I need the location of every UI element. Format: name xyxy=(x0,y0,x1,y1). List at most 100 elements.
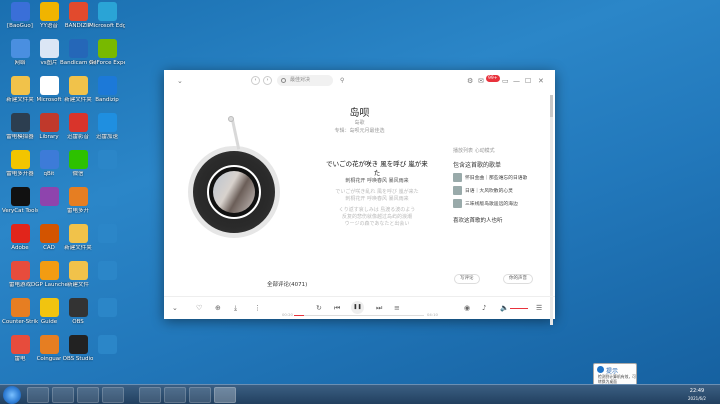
desktop-icon-label: VeryCat Tools xyxy=(2,208,38,214)
app-icon xyxy=(68,113,88,132)
playlist-thumbnail xyxy=(453,199,462,208)
album-cover xyxy=(213,171,255,213)
taskbar-edge-icon[interactable] xyxy=(164,387,186,403)
desktop-icon[interactable]: 迅雷加速 xyxy=(89,113,125,141)
your-voice-button[interactable]: 你的声音 xyxy=(503,274,533,284)
pause-button[interactable]: ❚❚ xyxy=(351,301,364,314)
maximize-icon[interactable]: ☐ xyxy=(525,76,531,86)
desktop-icon-grid: [BaoGuo] YY语音 BANDIZIPMicrosoft Edge 网络 vs图片… xyxy=(0,0,130,380)
desktop-icon-label: 雷电多开器 xyxy=(6,171,34,177)
playlist-icon[interactable]: ≡ xyxy=(394,304,400,312)
like-heart-icon[interactable]: ♡ xyxy=(196,304,202,312)
close-icon[interactable]: ✕ xyxy=(538,76,544,86)
lyric-line: 刺桐花开 呼唤春风 暴风雨来 xyxy=(345,178,409,184)
quality-icon[interactable]: ◉ xyxy=(464,304,470,312)
taskbar-app-icon[interactable] xyxy=(102,387,124,403)
desktop-icon-label: 网络 xyxy=(14,60,26,66)
app-icon xyxy=(39,2,59,21)
mic-icon[interactable]: ⚲ xyxy=(340,76,344,86)
app-icon xyxy=(97,335,117,354)
app-icon xyxy=(10,76,30,95)
time-total: 04:10 xyxy=(427,312,438,317)
desktop-icon[interactable] xyxy=(89,187,125,208)
app-icon xyxy=(68,2,88,21)
lyric-line: 刺桐花开 呼唤春风 暴风雨来 xyxy=(345,196,409,202)
tray-date[interactable]: 2021/6/2 xyxy=(682,395,712,402)
desktop-icon[interactable] xyxy=(89,261,125,282)
playlist-item-label: 三味线版岛歌遥远的海边 xyxy=(465,202,518,207)
desktop-icon[interactable]: Microsoft Edge xyxy=(89,2,125,30)
mini-mode-icon[interactable]: ▭ xyxy=(502,76,509,86)
desktop-icon-label: BANDIZIP xyxy=(64,23,92,29)
app-icon xyxy=(39,224,59,243)
taskbar-app-icon[interactable] xyxy=(139,387,161,403)
progress-bar[interactable] xyxy=(294,315,424,316)
lyric-line: ウージの森であなたと出会い xyxy=(344,221,410,227)
desktop-icon-label: [BaoGuo] xyxy=(7,23,33,29)
playlist-item[interactable]: 怀旧金曲｜那些难忘的日语歌 xyxy=(453,173,543,182)
vinyl-disc-area xyxy=(184,108,294,248)
info-icon xyxy=(597,366,604,373)
desktop-icon-label: Adobe xyxy=(11,245,29,251)
app-icon xyxy=(97,187,117,206)
app-icon xyxy=(68,224,88,243)
download-icon[interactable]: ⤓ xyxy=(234,304,237,312)
comments-label[interactable]: 全部评论(4071) xyxy=(267,280,307,288)
loop-icon[interactable]: ↻ xyxy=(316,304,322,312)
volume-icon[interactable]: 🔈 xyxy=(500,304,509,312)
next-icon[interactable]: ⏭ xyxy=(376,304,382,312)
desktop-icon-label: 新建文件 xyxy=(66,282,89,288)
app-icon xyxy=(39,187,59,206)
desktop-icon[interactable] xyxy=(89,298,125,319)
playlist-item-label: 日语｜大风吹散的心灵 xyxy=(465,189,513,194)
tray-time[interactable]: 22:49 xyxy=(682,388,712,395)
taskbar-music-icon[interactable] xyxy=(214,387,236,403)
app-icon xyxy=(39,150,59,169)
notification-badge: 99+ xyxy=(486,75,500,82)
search-input[interactable]: 最佳对决 xyxy=(277,75,333,86)
music-player-window: ⌄ ‹ › 最佳对决 ⚲ ⚙ ✉ 99+ ▭ — ☐ ✕ 岛呗 岛歌 专辑：岛呗… xyxy=(164,70,555,325)
side-panel: 播放列表 心动模式 包含这首歌的歌单 怀旧金曲｜那些难忘的日语歌日语｜大风吹散的… xyxy=(453,147,543,224)
desktop-icon-label: 迅雷影音 xyxy=(66,134,89,140)
minimize-icon[interactable]: — xyxy=(513,76,520,86)
forward-icon[interactable]: › xyxy=(263,76,272,85)
app-icon xyxy=(68,261,88,280)
taskbar-explorer-icon[interactable] xyxy=(27,387,49,403)
app-icon xyxy=(39,261,59,280)
app-icon xyxy=(10,335,30,354)
desktop-icon[interactable] xyxy=(89,150,125,171)
taskbar-app-icon[interactable] xyxy=(77,387,99,403)
start-button[interactable] xyxy=(3,386,21,404)
queue-icon[interactable]: ☰ xyxy=(536,304,542,312)
collapse-chevron-icon[interactable]: ⌄ xyxy=(172,304,178,312)
side-header[interactable]: 播放列表 心动模式 xyxy=(453,147,543,154)
mail-icon[interactable]: ✉ xyxy=(478,76,484,86)
playlist-item[interactable]: 日语｜大风吹散的心灵 xyxy=(453,186,543,195)
settings-gear-icon[interactable]: ⚙ xyxy=(467,76,473,86)
app-icon xyxy=(97,113,117,132)
desktop-icon[interactable]: Bandizip xyxy=(89,76,125,104)
desktop-icon[interactable] xyxy=(89,224,125,245)
desktop-icon[interactable] xyxy=(89,335,125,356)
effect-icon[interactable]: ♪ xyxy=(482,304,486,312)
app-icon xyxy=(39,39,59,58)
tonearm-pivot xyxy=(228,116,234,122)
more-icon[interactable]: ⋮ xyxy=(254,304,261,312)
taskbar-media-icon[interactable] xyxy=(52,387,74,403)
previous-icon[interactable]: ⏮ xyxy=(334,304,340,312)
desktop-icon-label: Microsoft Edge xyxy=(89,23,125,29)
app-icon xyxy=(68,39,88,58)
desktop-icon[interactable]: GeForce Experience xyxy=(89,39,125,67)
app-icon xyxy=(97,298,117,317)
back-icon[interactable]: ‹ xyxy=(251,76,260,85)
side-section-title: 包含这首歌的歌单 xyxy=(453,162,502,169)
app-icon xyxy=(10,298,30,317)
desktop-icon-label: qBit xyxy=(43,171,55,177)
collapse-chevron-icon[interactable]: ⌄ xyxy=(177,76,183,86)
add-to-list-icon[interactable]: ⊕ xyxy=(215,304,221,312)
playlist-item[interactable]: 三味线版岛歌遥远的海边 xyxy=(453,199,543,208)
volume-slider[interactable] xyxy=(510,308,528,309)
desktop-icon-label: OBS xyxy=(72,319,84,325)
taskbar-app-icon[interactable] xyxy=(189,387,211,403)
write-comment-button[interactable]: 写评论 xyxy=(454,274,480,284)
